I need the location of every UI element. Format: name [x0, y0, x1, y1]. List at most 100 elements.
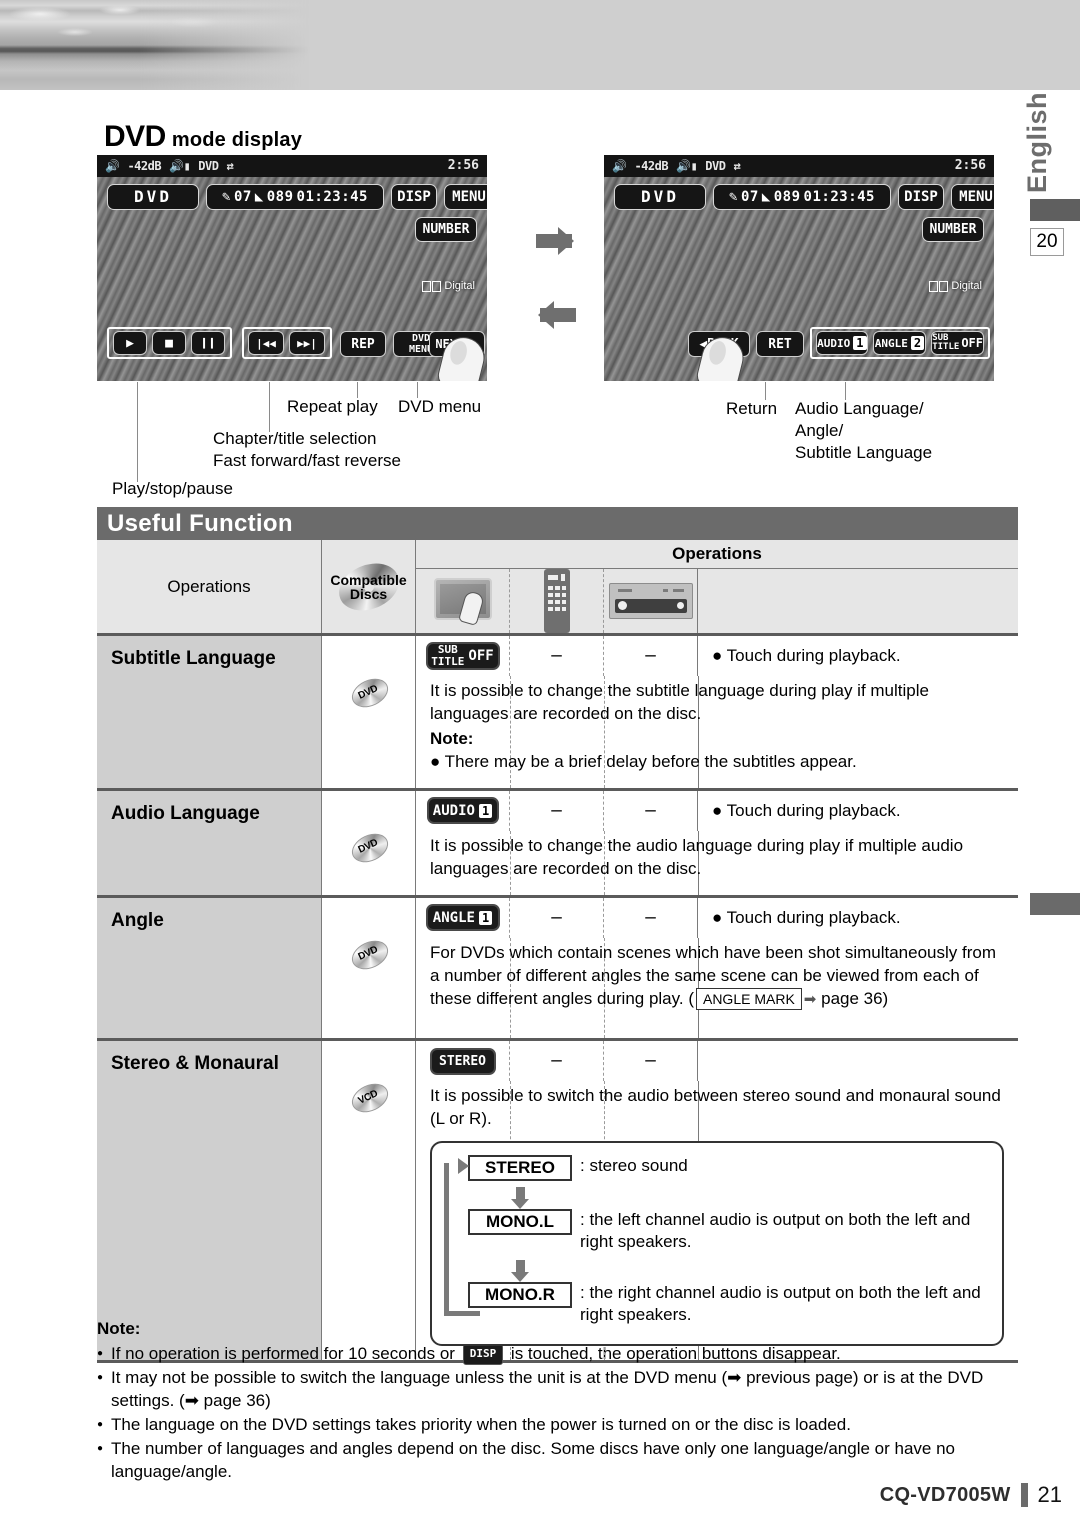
menu-button[interactable]: MENU — [444, 184, 487, 210]
callout-dvd-menu: DVD menu — [398, 397, 482, 416]
touch-panel-icon-cell — [416, 569, 510, 633]
banner-clouds — [0, 2, 250, 42]
subtitle-btn-value: OFF — [468, 647, 494, 664]
row-unit-cell: – — [604, 636, 698, 676]
row-note-cell: ● Touch during playback. — [712, 907, 901, 927]
note-item: The language on the DVD settings takes p… — [97, 1414, 1027, 1437]
flow-row-stereo: STEREO : stereo sound — [468, 1155, 988, 1182]
subtitle-screen-button[interactable]: SUB TITLE OFF — [425, 642, 500, 670]
row-top-line: STEREO – – — [416, 1041, 1018, 1082]
row-description-angle: For DVDs which contain scenes which have… — [416, 938, 1018, 1039]
repeat-button[interactable]: REP — [340, 331, 386, 357]
row-note-label: Note: — [430, 728, 474, 748]
compatible-disc-icon: Compatible Discs — [330, 554, 407, 619]
table-row: Subtitle Language DVD SUB TITLE OFF – – … — [97, 636, 1018, 791]
pause-button[interactable]: ❙❙ — [191, 331, 225, 355]
table-row: Angle DVD ANGLE 1 – – ● Touch during pla… — [97, 897, 1018, 1042]
row-touch-cell: SUB TITLE OFF — [416, 636, 510, 676]
angle-button[interactable]: ANGLE 2 — [872, 331, 927, 355]
lcd-control-row: ▶ ■ ❙❙ |◀◀ ▶▶| REP DVD MENU NEXT ▶ — [97, 327, 487, 359]
audio-label: AUDIO — [817, 336, 851, 350]
disp-key-icon: DISP — [462, 1344, 504, 1365]
audio-btn-value: 1 — [478, 803, 493, 818]
header-operations: Operations — [97, 540, 322, 633]
row-body-stereo-monaural: STEREO – – It is possible to switch the … — [416, 1041, 1018, 1360]
next-track-button[interactable]: ▶▶| — [289, 331, 325, 355]
angle-screen-button[interactable]: ANGLE 1 — [425, 904, 500, 932]
side-marker-bar-2 — [1030, 893, 1080, 915]
flow-row-mono-l: MONO.L : the left channel audio is outpu… — [468, 1209, 988, 1253]
audio-language-button[interactable]: AUDIO 1 — [816, 331, 868, 355]
dolby-digital-indicator-2: Digital — [929, 280, 982, 292]
remote-key — [554, 593, 560, 597]
source-button[interactable]: DVD — [107, 184, 199, 210]
angle-btn-label: ANGLE — [432, 909, 475, 926]
source-value-2: DVD — [705, 159, 726, 173]
table-header-row: Operations Compatible Discs Operations — [97, 540, 1018, 636]
table-row: Stereo & Monaural VCD STEREO – – It is p… — [97, 1041, 1018, 1363]
audio-value: 1 — [853, 336, 867, 350]
useful-function-title: Useful Function — [97, 507, 1018, 540]
source-icon: 🔊▮ — [169, 159, 191, 173]
play-button[interactable]: ▶ — [113, 331, 147, 355]
row-unit-cell: – — [604, 897, 698, 938]
note-item: The number of languages and angles depen… — [97, 1438, 1027, 1484]
head-unit-icon — [608, 583, 693, 619]
vcd-disc-icon: VCD — [346, 1078, 393, 1119]
row-name-subtitle-language: Subtitle Language — [97, 636, 322, 788]
row-remote-cell: – — [510, 790, 604, 831]
useful-function-table: Operations Compatible Discs Operations S… — [97, 540, 1018, 1363]
dvd-disc-icon: DVD — [346, 827, 393, 868]
source-button-2[interactable]: DVD — [614, 184, 706, 210]
row-disc-audio-language: DVD — [322, 790, 416, 895]
row-description-subtitle: It is possible to change the subtitle la… — [416, 676, 1018, 788]
clock-value-2: 2:56 — [954, 158, 986, 173]
flow-row-mono-r: MONO.R : the right channel audio is outp… — [468, 1281, 988, 1326]
callout-subtitle-language: Subtitle Language — [795, 443, 933, 462]
dvd-menu-line1: DVD — [411, 333, 431, 344]
angle-mark-key: ANGLE MARK — [695, 987, 802, 1011]
disp-button[interactable]: DISP — [391, 184, 437, 210]
lcd-status-bar-2: 🔊 -42dB 🔊▮ DVD ⇄ 2:56 — [604, 155, 994, 177]
touch-panel-icon — [433, 578, 492, 626]
flow-down-arrow-icon-2 — [468, 1259, 572, 1282]
lcd-top-button-row-2: DVD ✎ 07 ◣ 089 01:23:45 DISP MENU — [614, 184, 994, 210]
table-row: Audio Language DVD AUDIO 1 – – ● Touch d… — [97, 790, 1018, 898]
number-button[interactable]: NUMBER — [415, 217, 477, 242]
note-item: It may not be possible to switch the lan… — [97, 1367, 1027, 1413]
number-button-2[interactable]: NUMBER — [922, 217, 984, 242]
compatible-line2: Discs — [349, 585, 388, 602]
flow-arrow-right-icon — [536, 227, 574, 255]
remote-control-icon-cell — [510, 569, 604, 633]
previous-track-button[interactable]: |◀◀ — [248, 331, 284, 355]
shuffle-icon-2: ⇄ — [733, 159, 741, 173]
audio-screen-button[interactable]: AUDIO 1 — [426, 797, 499, 825]
row-remote-cell: – — [510, 636, 604, 676]
row-unit-cell: – — [604, 1041, 698, 1082]
row-disc-stereo-monaural: VCD — [322, 1041, 416, 1360]
subtitle-button[interactable]: SUB TITLE OFF — [931, 331, 984, 355]
flow-text-stereo: : stereo sound — [580, 1156, 688, 1176]
stereo-screen-button[interactable]: STEREO — [429, 1047, 496, 1075]
skip-group: |◀◀ ▶▶| — [242, 327, 332, 359]
head-unit-knob-right — [676, 602, 684, 609]
callout-chapter-title-selection: Chapter/title selection — [213, 429, 377, 448]
page-footer: CQ-VD7005W 21 — [880, 1482, 1062, 1508]
elapsed-value-2: 01:23:45 — [803, 189, 875, 205]
return-button[interactable]: RET — [756, 331, 804, 357]
angle-label: ANGLE — [874, 336, 908, 350]
remote-key — [547, 600, 553, 604]
header-operations-group: Operations — [416, 540, 1018, 633]
leader-play-stop-pause — [137, 382, 138, 482]
row-name-audio-language: Audio Language — [97, 790, 322, 895]
source-value: DVD — [198, 159, 219, 173]
stop-button[interactable]: ■ — [152, 331, 186, 355]
head-unit-knob — [617, 601, 627, 610]
row-description-audio: It is possible to change the audio langu… — [430, 835, 964, 878]
language-group: AUDIO 1 ANGLE 2 SUB TITLE OFF — [810, 327, 990, 359]
shuffle-icon: ⇄ — [226, 159, 234, 173]
page-title-rest: mode display — [171, 129, 303, 151]
disp-button-2[interactable]: DISP — [898, 184, 944, 210]
volume-value: -42dB — [127, 159, 162, 173]
menu-button-2[interactable]: MENU — [951, 184, 994, 210]
